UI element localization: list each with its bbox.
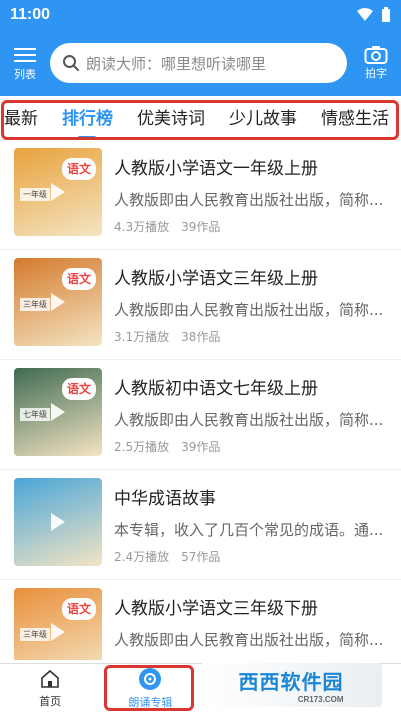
item-meta: 人教版初中语文七年级上册人教版即由人民教育出版社出版，简称... 2.5万播放 39… bbox=[114, 368, 389, 461]
item-description: 本专辑，收入了几百个常见的成语。通... bbox=[114, 521, 384, 539]
nav-label: 首页 bbox=[39, 695, 62, 708]
play-icon bbox=[51, 623, 65, 641]
item-description: 人教版即由人民教育出版社出版，简称... bbox=[114, 191, 384, 209]
item-stats: 2.4万播放 57作品 bbox=[114, 548, 389, 565]
item-title: 人教版小学语文三年级上册 bbox=[114, 269, 318, 289]
item-title: 人教版小学语文一年级上册 bbox=[114, 159, 318, 179]
works-count: 57作品 bbox=[181, 550, 221, 564]
item-stats: 3.1万播放 38作品 bbox=[114, 328, 389, 345]
status-icons bbox=[357, 7, 391, 23]
item-meta: 人教版小学语文三年级上册人教版即由人民教育出版社出版，简称... 3.1万播放 38… bbox=[114, 258, 389, 351]
watermark-logo: 西西软件园 CR173.COM bbox=[200, 663, 382, 707]
cover-grade: 七年级 bbox=[20, 408, 50, 421]
album-cover[interactable] bbox=[14, 478, 102, 566]
category-tabs: 最新 排行榜 优美诗词 少儿故事 情感生活 bbox=[0, 96, 401, 140]
search-icon bbox=[63, 55, 79, 71]
list-item[interactable]: 中华成语故事本专辑，收入了几百个常见的成语。通... 2.4万播放 57作品 bbox=[0, 470, 401, 580]
play-count: 3.1万播放 bbox=[114, 330, 170, 344]
item-title: 中华成语故事 bbox=[114, 489, 216, 509]
album-cover[interactable]: 语文 一年级 bbox=[14, 148, 102, 236]
home-icon bbox=[39, 668, 61, 693]
camera-label: 拍字 bbox=[365, 67, 387, 80]
play-icon bbox=[51, 513, 65, 531]
cover-title: 语文 bbox=[62, 598, 96, 620]
camera-button[interactable]: 拍字 bbox=[359, 45, 393, 81]
tab-3[interactable]: 少儿故事 bbox=[229, 104, 309, 129]
list-item[interactable]: 语文 三年级 人教版小学语文三年级下册 人教版即由人民教育出版社出版，简称... bbox=[0, 580, 401, 660]
item-meta: 中华成语故事本专辑，收入了几百个常见的成语。通... 2.4万播放 57作品 bbox=[114, 478, 389, 571]
camera-icon bbox=[364, 46, 388, 64]
cover-title: 语文 bbox=[62, 378, 96, 400]
cover-grade: 三年级 bbox=[20, 628, 50, 641]
search-placeholder: 朗读大师：哪里想听读哪里 bbox=[86, 54, 267, 73]
album-cover[interactable]: 语文 三年级 bbox=[14, 258, 102, 346]
list-item[interactable]: 语文 一年级 人教版小学语文一年级上册 人教版即由人民教育出版社出版，简称... 4.3… bbox=[0, 140, 401, 250]
status-time: 11:00 bbox=[10, 6, 51, 23]
list-item[interactable]: 语文 七年级 人教版初中语文七年级上册 人教版即由人民教育出版社出版，简称... 2.5… bbox=[0, 360, 401, 470]
item-description: 人教版即由人民教育出版社出版，简称... bbox=[114, 631, 384, 649]
item-description: 人教版即由人民教育出版社出版，简称... bbox=[114, 301, 384, 319]
ranking-list: 语文 一年级 人教版小学语文一年级上册 人教版即由人民教育出版社出版，简称... 4.3… bbox=[0, 140, 401, 660]
item-stats: 4.3万播放 39作品 bbox=[114, 218, 389, 235]
item-stats: 2.5万播放 39作品 bbox=[114, 438, 389, 455]
works-count: 39作品 bbox=[181, 440, 221, 454]
item-title: 人教版初中语文七年级上册 bbox=[114, 379, 318, 399]
works-count: 39作品 bbox=[181, 220, 221, 234]
watermark-brand: 西西软件园 bbox=[238, 670, 344, 694]
app-header: 列表 朗读大师：哪里想听读哪里 拍字 bbox=[0, 30, 401, 96]
tab-2[interactable]: 优美诗词 bbox=[137, 104, 217, 129]
nav-label: 朗诵专辑 bbox=[128, 696, 173, 709]
play-count: 4.3万播放 bbox=[114, 220, 170, 234]
album-cover[interactable]: 语文 七年级 bbox=[14, 368, 102, 456]
search-input[interactable]: 朗读大师：哪里想听读哪里 bbox=[50, 43, 347, 83]
watermark-domain: CR173.COM bbox=[297, 695, 344, 704]
tab-1[interactable]: 排行榜 bbox=[62, 104, 125, 129]
play-count: 2.4万播放 bbox=[114, 550, 170, 564]
item-meta: 人教版小学语文三年级下册人教版即由人民教育出版社出版，简称... bbox=[114, 588, 389, 660]
battery-icon bbox=[382, 7, 390, 22]
wifi-icon bbox=[357, 8, 373, 21]
list-menu-button[interactable]: 列表 bbox=[8, 44, 42, 82]
menu-icon bbox=[14, 44, 36, 66]
play-icon bbox=[51, 403, 65, 421]
nav-item-0[interactable]: 首页 bbox=[0, 664, 100, 713]
item-meta: 人教版小学语文一年级上册人教版即由人民教育出版社出版，简称... 4.3万播放 39… bbox=[114, 148, 389, 241]
play-count: 2.5万播放 bbox=[114, 440, 170, 454]
album-cover[interactable]: 语文 三年级 bbox=[14, 588, 102, 660]
cover-grade: 一年级 bbox=[20, 188, 50, 201]
play-icon bbox=[51, 183, 65, 201]
status-bar: 11:00 bbox=[0, 0, 401, 30]
tab-4[interactable]: 情感生活 bbox=[321, 104, 401, 129]
menu-label: 列表 bbox=[14, 68, 36, 81]
cover-title: 语文 bbox=[62, 158, 96, 180]
active-tab-indicator bbox=[78, 136, 96, 139]
works-count: 38作品 bbox=[181, 330, 221, 344]
album-icon bbox=[138, 667, 162, 694]
play-icon bbox=[51, 293, 65, 311]
cover-title: 语文 bbox=[62, 268, 96, 290]
item-title: 人教版小学语文三年级下册 bbox=[114, 599, 318, 619]
cover-grade: 三年级 bbox=[20, 298, 50, 311]
tab-0[interactable]: 最新 bbox=[4, 104, 50, 129]
list-item[interactable]: 语文 三年级 人教版小学语文三年级上册 人教版即由人民教育出版社出版，简称... 3.1… bbox=[0, 250, 401, 360]
nav-item-1[interactable]: 朗诵专辑 bbox=[100, 664, 200, 713]
item-description: 人教版即由人民教育出版社出版，简称... bbox=[114, 411, 384, 429]
